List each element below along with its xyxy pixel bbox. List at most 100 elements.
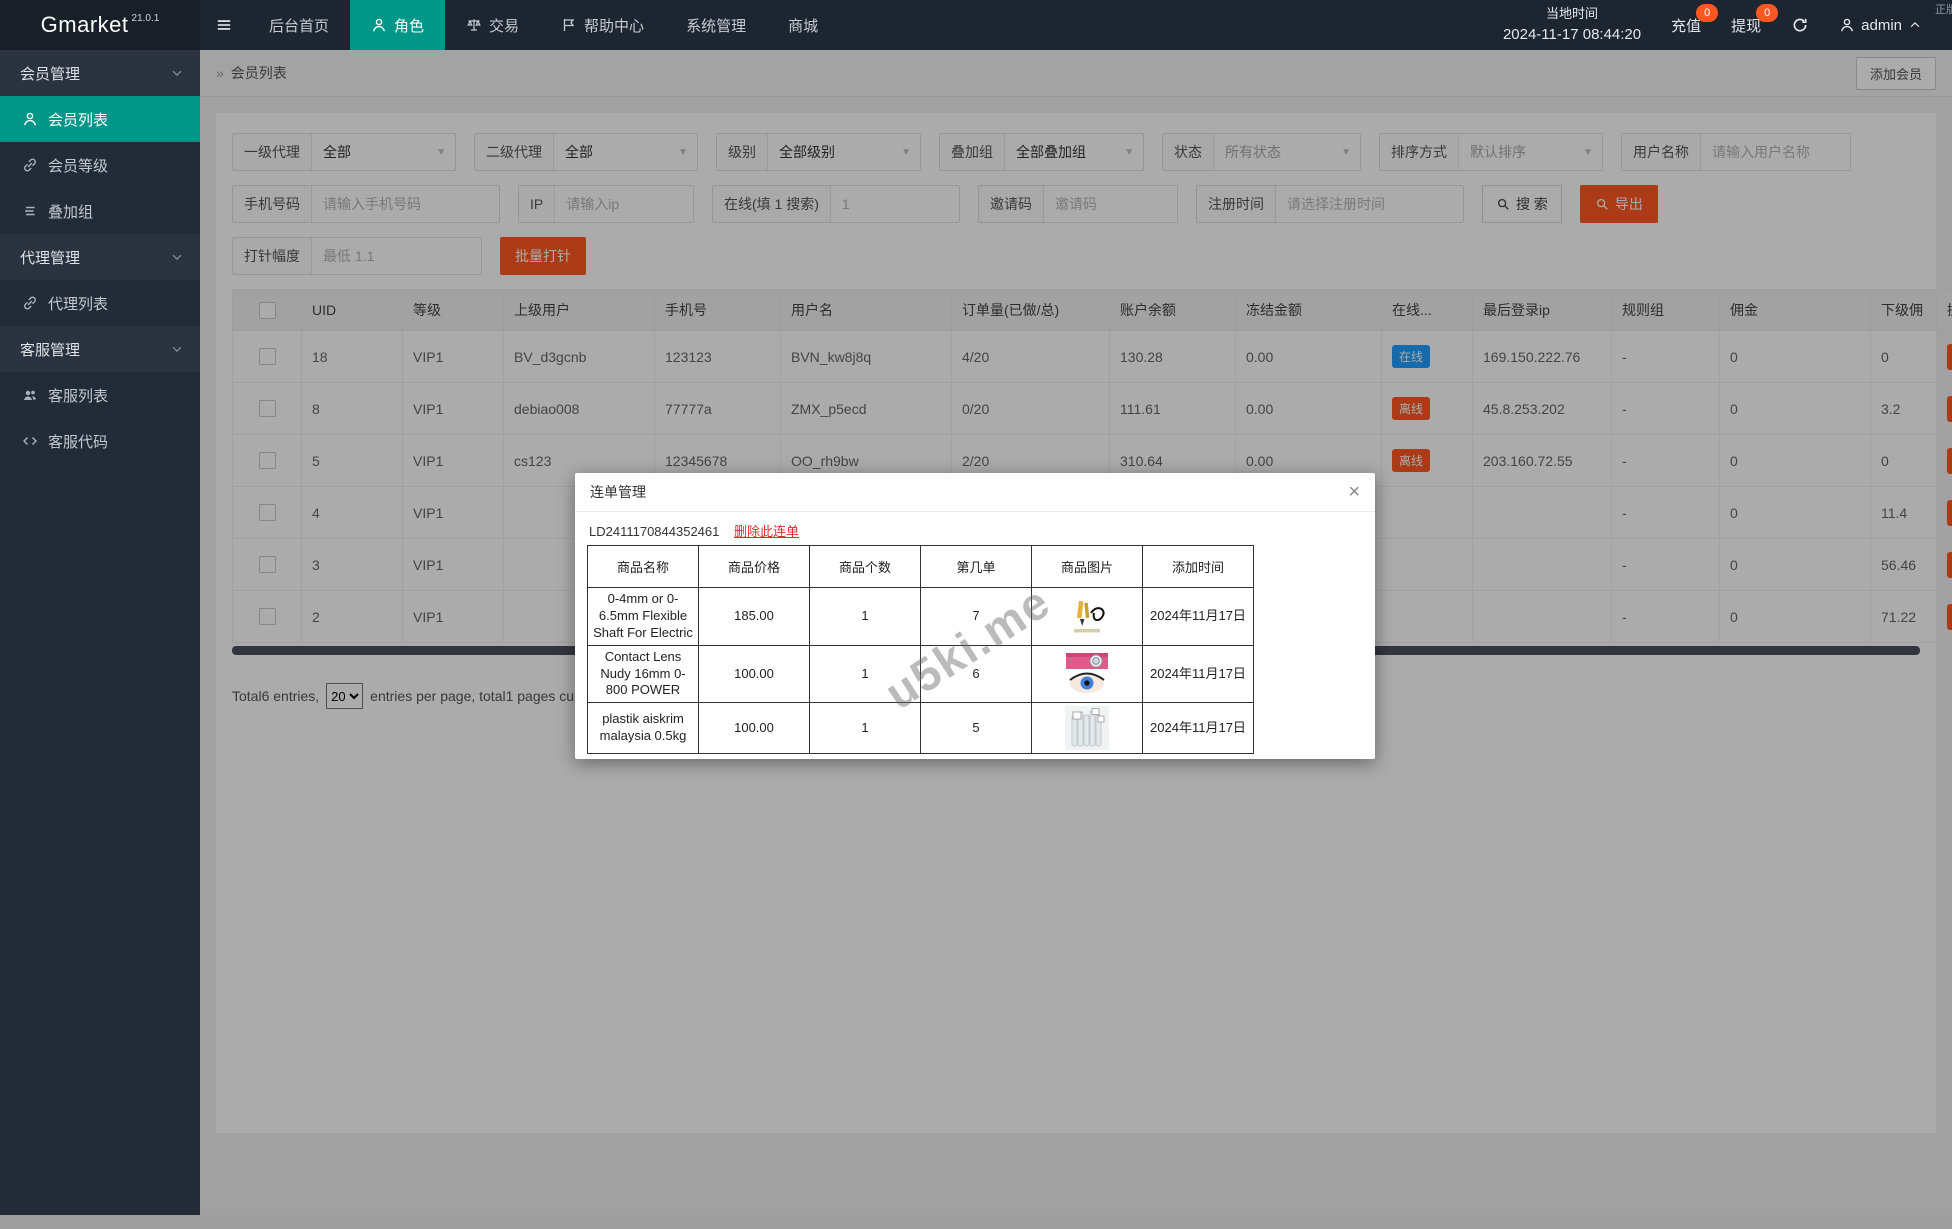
chevron-down-icon bbox=[170, 250, 184, 264]
withdraw-badge: 0 bbox=[1756, 3, 1779, 22]
sidebar-item-service-list[interactable]: 客服列表 bbox=[0, 372, 200, 418]
product-table: 商品名称 商品价格 商品个数 第几单 商品图片 添加时间 0-4mm or 0-6.5mm… bbox=[587, 545, 1254, 755]
sidebar-item-stack-group[interactable]: 叠加组 bbox=[0, 188, 200, 234]
flag-icon bbox=[561, 17, 577, 33]
refresh-arrow-icon bbox=[1791, 16, 1809, 34]
nav-item-label: 角色 bbox=[394, 17, 425, 35]
product-price: 185.00 bbox=[698, 587, 810, 646]
nav-item-trade[interactable]: 交易 bbox=[445, 0, 540, 50]
list-icon bbox=[22, 203, 38, 219]
sidebar-item-label: 会员列表 bbox=[48, 111, 109, 129]
nav-item-label: 后台首页 bbox=[269, 17, 330, 35]
product-image-cell bbox=[1031, 587, 1143, 646]
product-qty: 1 bbox=[809, 587, 921, 646]
product-date: 2024年11月17日 bbox=[1142, 644, 1254, 704]
users-icon bbox=[22, 387, 38, 403]
sidebar-item-label: 客服列表 bbox=[48, 387, 109, 405]
recharge-badge: 0 bbox=[1696, 3, 1719, 22]
chain-order-number: LD2411170844352461 bbox=[589, 524, 720, 539]
chevron-up-icon bbox=[1908, 18, 1922, 32]
withdraw-label: 提现 bbox=[1731, 17, 1762, 35]
modal-body: LD2411170844352461 删除此连单 商品名称 商品价格 商品个数 第几单… bbox=[575, 512, 1375, 755]
product-price: 100.00 bbox=[698, 702, 810, 755]
product-column-header: 商品个数 bbox=[809, 545, 921, 588]
product-seq: 7 bbox=[920, 587, 1032, 646]
close-icon[interactable]: × bbox=[1348, 482, 1360, 502]
user-menu[interactable]: admin bbox=[1839, 17, 1922, 34]
person-icon bbox=[371, 17, 387, 33]
local-time: 当地时间 2024-11-17 08:44:20 bbox=[1503, 5, 1641, 46]
link-icon bbox=[22, 295, 38, 311]
modal-title: 连单管理 bbox=[590, 484, 646, 500]
version-label: 21.0.1 bbox=[131, 12, 160, 24]
sidebar-group-label: 会员管理 bbox=[20, 65, 81, 83]
sidebar-group-label: 代理管理 bbox=[20, 249, 81, 267]
product-name: plastik aiskrim malaysia 0.5kg bbox=[587, 702, 699, 755]
product-row: Contact Lens Nudy 16mm 0-800 POWER 100.00… bbox=[587, 644, 1254, 704]
chevron-down-icon bbox=[170, 66, 184, 80]
contact-lens-photo bbox=[1065, 652, 1109, 696]
window-scrollbar[interactable] bbox=[0, 1215, 1952, 1229]
sidebar-item-agent-list[interactable]: 代理列表 bbox=[0, 280, 200, 326]
topbar: Gmarket 21.0.1 后台首页 角色 交易 帮助中心 系统管理 商城 当地时间 20… bbox=[0, 0, 1952, 50]
product-date: 2024年11月17日 bbox=[1142, 702, 1254, 755]
hamburger-icon bbox=[215, 16, 233, 34]
product-column-header: 第几单 bbox=[920, 545, 1032, 588]
plastic-tubes-photo bbox=[1065, 706, 1109, 751]
sidebar-item-member-level[interactable]: 会员等级 bbox=[0, 142, 200, 188]
username-label: admin bbox=[1861, 16, 1902, 34]
product-column-header: 添加时间 bbox=[1142, 545, 1254, 588]
sidebar-item-label: 叠加组 bbox=[48, 203, 94, 221]
product-qty: 1 bbox=[809, 702, 921, 755]
sidebar-item-member-list[interactable]: 会员列表 bbox=[0, 96, 200, 142]
sidebar-item-label: 代理列表 bbox=[48, 295, 109, 313]
person-icon bbox=[22, 111, 38, 127]
scales-icon bbox=[466, 17, 482, 33]
product-image-cell bbox=[1031, 702, 1143, 755]
product-qty: 1 bbox=[809, 644, 921, 704]
product-column-header: 商品图片 bbox=[1031, 545, 1143, 588]
flexible-shaft-photo bbox=[1065, 594, 1109, 639]
product-seq: 6 bbox=[920, 644, 1032, 704]
nav-item-system[interactable]: 系统管理 bbox=[665, 0, 767, 50]
sidebar-group-member-mgmt[interactable]: 会员管理 bbox=[0, 50, 200, 96]
nav-item-label: 交易 bbox=[489, 17, 520, 35]
nav-item-label: 帮助中心 bbox=[584, 17, 645, 35]
sidebar-group-service-mgmt[interactable]: 客服管理 bbox=[0, 326, 200, 372]
withdraw-button[interactable]: 提现 0 bbox=[1731, 3, 1779, 36]
nav-item-roles[interactable]: 角色 bbox=[350, 0, 446, 50]
user-icon bbox=[1839, 17, 1855, 33]
product-seq: 5 bbox=[920, 702, 1032, 755]
product-row: plastik aiskrim malaysia 0.5kg 100.00 1 5 20… bbox=[587, 702, 1254, 755]
product-column-header: 商品名称 bbox=[587, 545, 699, 588]
logo: Gmarket 21.0.1 bbox=[0, 0, 200, 50]
product-image-cell bbox=[1031, 644, 1143, 704]
sidebar-group-agent-mgmt[interactable]: 代理管理 bbox=[0, 234, 200, 280]
logo-text: Gmarket bbox=[40, 12, 129, 37]
sidebar: 会员管理会员列表会员等级叠加组代理管理代理列表客服管理客服列表客服代码 bbox=[0, 50, 200, 1229]
menu-toggle-icon[interactable] bbox=[200, 0, 248, 50]
product-name: Contact Lens Nudy 16mm 0-800 POWER bbox=[587, 644, 699, 704]
nav-item-label: 商城 bbox=[788, 17, 819, 35]
product-name: 0-4mm or 0-6.5mm Flexible Shaft For Elec… bbox=[587, 587, 699, 646]
app-window: Gmarket 21.0.1 后台首页 角色 交易 帮助中心 系统管理 商城 当地时间 20… bbox=[0, 0, 1952, 1229]
product-price: 100.00 bbox=[698, 644, 810, 704]
nav-item-mall[interactable]: 商城 bbox=[767, 0, 839, 50]
product-column-header: 商品价格 bbox=[698, 545, 810, 588]
top-navigation: 后台首页 角色 交易 帮助中心 系统管理 商城 bbox=[248, 0, 839, 50]
product-date: 2024年11月17日 bbox=[1142, 587, 1254, 646]
recharge-label: 充值 bbox=[1671, 17, 1702, 35]
modal-header: 连单管理 × bbox=[575, 473, 1375, 512]
nav-item-label: 系统管理 bbox=[686, 17, 747, 35]
code-icon bbox=[22, 433, 38, 449]
nav-item-help[interactable]: 帮助中心 bbox=[540, 0, 665, 50]
product-row: 0-4mm or 0-6.5mm Flexible Shaft For Elec… bbox=[587, 587, 1254, 646]
refresh-icon[interactable] bbox=[1791, 16, 1809, 34]
delete-chain-link[interactable]: 删除此连单 bbox=[734, 524, 799, 539]
topbar-right: 当地时间 2024-11-17 08:44:20 充值 0 提现 0 admin bbox=[1503, 3, 1952, 46]
recharge-button[interactable]: 充值 0 bbox=[1671, 3, 1719, 36]
order-line: LD2411170844352461 删除此连单 bbox=[589, 521, 1363, 540]
nav-item-home[interactable]: 后台首页 bbox=[248, 0, 350, 50]
sidebar-item-service-code[interactable]: 客服代码 bbox=[0, 418, 200, 464]
sidebar-item-label: 客服代码 bbox=[48, 433, 109, 451]
